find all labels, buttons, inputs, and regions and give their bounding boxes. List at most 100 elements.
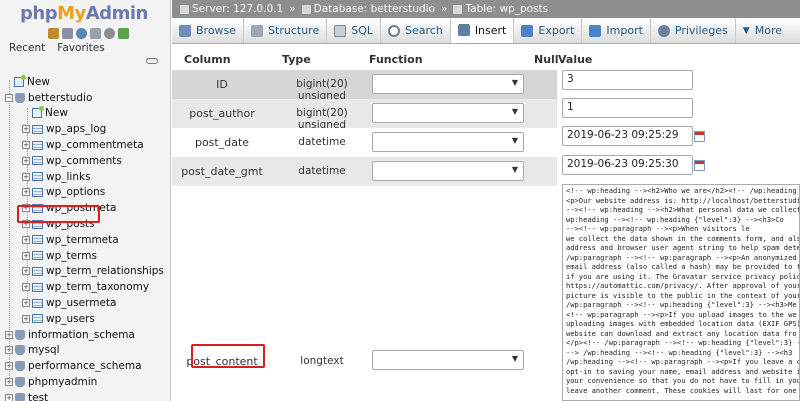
favorites-tab[interactable]: Favorites	[54, 42, 107, 58]
tree-table-wp-usermeta[interactable]: + wp_usermeta	[0, 295, 170, 311]
expand-icon[interactable]: +	[22, 283, 30, 292]
tree-db-mysql[interactable]: + mysql	[0, 343, 170, 359]
breadcrumb-server[interactable]: Server: 127.0.0.1	[180, 3, 283, 15]
function-select[interactable]	[372, 103, 524, 123]
expand-icon[interactable]: +	[5, 393, 13, 401]
wp-posts-highlight	[17, 205, 100, 223]
value-input[interactable]: 2019-06-23 09:25:29	[562, 126, 693, 146]
breadcrumb-table[interactable]: Table: wp_posts	[453, 3, 548, 15]
tab-label: More	[754, 24, 782, 37]
table-icon	[32, 298, 43, 308]
tree-label: betterstudio	[28, 91, 93, 104]
tree-label: information_schema	[28, 328, 135, 341]
expand-icon[interactable]: +	[22, 156, 30, 165]
expand-icon[interactable]: +	[22, 125, 30, 134]
tree-table-wp-commentmeta[interactable]: + wp_commentmeta	[0, 137, 170, 153]
header-column: Column	[184, 53, 231, 66]
tree-table-wp-options[interactable]: + wp_options	[0, 185, 170, 201]
database-icon	[15, 92, 25, 103]
docs-icon[interactable]	[90, 28, 101, 39]
function-select[interactable]	[372, 132, 524, 152]
tree-table-wp-termmeta[interactable]: + wp_termmeta	[0, 232, 170, 248]
value-input[interactable]: 3	[562, 70, 693, 90]
tab-structure[interactable]: Structure	[244, 18, 328, 43]
column-name: post_author	[189, 107, 255, 120]
tree-label: wp_termmeta	[46, 233, 119, 246]
calendar-icon[interactable]	[694, 160, 705, 171]
insert-form: Column Type Function Null Value ID bigin…	[172, 44, 800, 401]
calendar-icon[interactable]	[694, 131, 705, 142]
tree-new-table[interactable]: New	[0, 106, 170, 122]
collapse-icon[interactable]: −	[5, 93, 13, 102]
tab-export[interactable]: Export	[514, 18, 583, 43]
breadcrumb-database[interactable]: Database: betterstudio	[301, 3, 436, 15]
expand-icon[interactable]: +	[22, 235, 30, 244]
tree-new-database[interactable]: New	[0, 74, 170, 90]
table-icon	[32, 282, 43, 292]
value-input[interactable]: 1	[562, 98, 693, 118]
logout-icon[interactable]	[62, 28, 73, 39]
link-icon[interactable]	[146, 58, 158, 64]
tree-db-information-schema[interactable]: + information_schema	[0, 327, 170, 343]
function-select[interactable]	[372, 161, 524, 181]
tab-insert[interactable]: Insert	[450, 18, 515, 43]
settings-icon[interactable]	[104, 28, 115, 39]
tree-table-wp-links[interactable]: + wp_links	[0, 169, 170, 185]
expand-icon[interactable]: +	[22, 267, 30, 276]
tab-label: Privileges	[674, 24, 728, 37]
column-name: post_date	[194, 136, 250, 149]
server-icon	[180, 4, 189, 14]
expand-icon[interactable]: +	[5, 378, 13, 387]
expand-icon[interactable]: +	[5, 346, 13, 355]
expand-icon[interactable]: +	[22, 141, 30, 150]
tab-privileges[interactable]: Privileges	[651, 18, 736, 43]
post-content-highlight	[191, 344, 265, 368]
reload-icon[interactable]	[118, 28, 129, 39]
tab-more[interactable]: ▼ More	[736, 18, 789, 43]
help-icon[interactable]	[76, 28, 87, 39]
tree-table-wp-term-relationships[interactable]: + wp_term_relationships	[0, 264, 170, 280]
post-content-textarea[interactable]: <!-- wp:heading --><h2>Who we are</h2><!…	[562, 184, 800, 401]
tree-label: New	[27, 75, 50, 88]
tree-table-wp-users[interactable]: + wp_users	[0, 311, 170, 327]
tree-table-wp-comments[interactable]: + wp_comments	[0, 153, 170, 169]
tab-label: SQL	[351, 24, 374, 37]
tree-table-wp-terms[interactable]: + wp_terms	[0, 248, 170, 264]
tree-label: wp_commentmeta	[46, 139, 144, 152]
sql-icon	[334, 24, 347, 37]
tab-sql[interactable]: SQL	[327, 18, 382, 43]
breadcrumb-separator: »	[441, 3, 448, 15]
tree-db-betterstudio[interactable]: − betterstudio	[0, 90, 170, 106]
tree-db-test[interactable]: + test	[0, 390, 170, 401]
browse-icon	[179, 24, 191, 37]
expand-icon[interactable]: +	[22, 299, 30, 308]
function-select[interactable]	[372, 350, 524, 370]
breadcrumb-database-label: Database: betterstudio	[313, 3, 436, 15]
phpmyadmin-logo[interactable]: phpMyAdmin	[0, 0, 170, 28]
expand-icon[interactable]: +	[22, 172, 30, 181]
recent-tab[interactable]: Recent	[6, 42, 48, 58]
column-type: longtext	[300, 355, 344, 367]
tree-label: wp_term_taxonomy	[46, 281, 150, 294]
form-row-post-date-gmt: post_date_gmt datetime	[172, 157, 557, 186]
tab-search[interactable]: Search	[381, 18, 451, 43]
tree-table-wp-term-taxonomy[interactable]: + wp_term_taxonomy	[0, 279, 170, 295]
breadcrumb-separator: »	[289, 3, 296, 15]
expand-icon[interactable]: +	[5, 330, 13, 339]
breadcrumb: Server: 127.0.0.1 » Database: betterstud…	[172, 0, 800, 18]
tree-db-performance-schema[interactable]: + performance_schema	[0, 358, 170, 374]
tab-browse[interactable]: Browse	[172, 18, 245, 43]
value-input[interactable]: 2019-06-23 09:25:30	[562, 155, 693, 175]
home-icon[interactable]	[48, 28, 59, 39]
expand-icon[interactable]: +	[5, 362, 13, 371]
tab-import[interactable]: Import	[582, 18, 651, 43]
function-select[interactable]	[372, 74, 524, 94]
tree-label: wp_comments	[46, 154, 122, 167]
tree-label: wp_users	[46, 312, 95, 325]
expand-icon[interactable]: +	[22, 314, 30, 323]
expand-icon[interactable]: +	[22, 188, 30, 197]
tree-db-phpmyadmin[interactable]: + phpmyadmin	[0, 374, 170, 390]
expand-icon[interactable]: +	[22, 251, 30, 260]
tree-table-wp-aps-log[interactable]: + wp_aps_log	[0, 121, 170, 137]
database-icon	[15, 361, 25, 372]
